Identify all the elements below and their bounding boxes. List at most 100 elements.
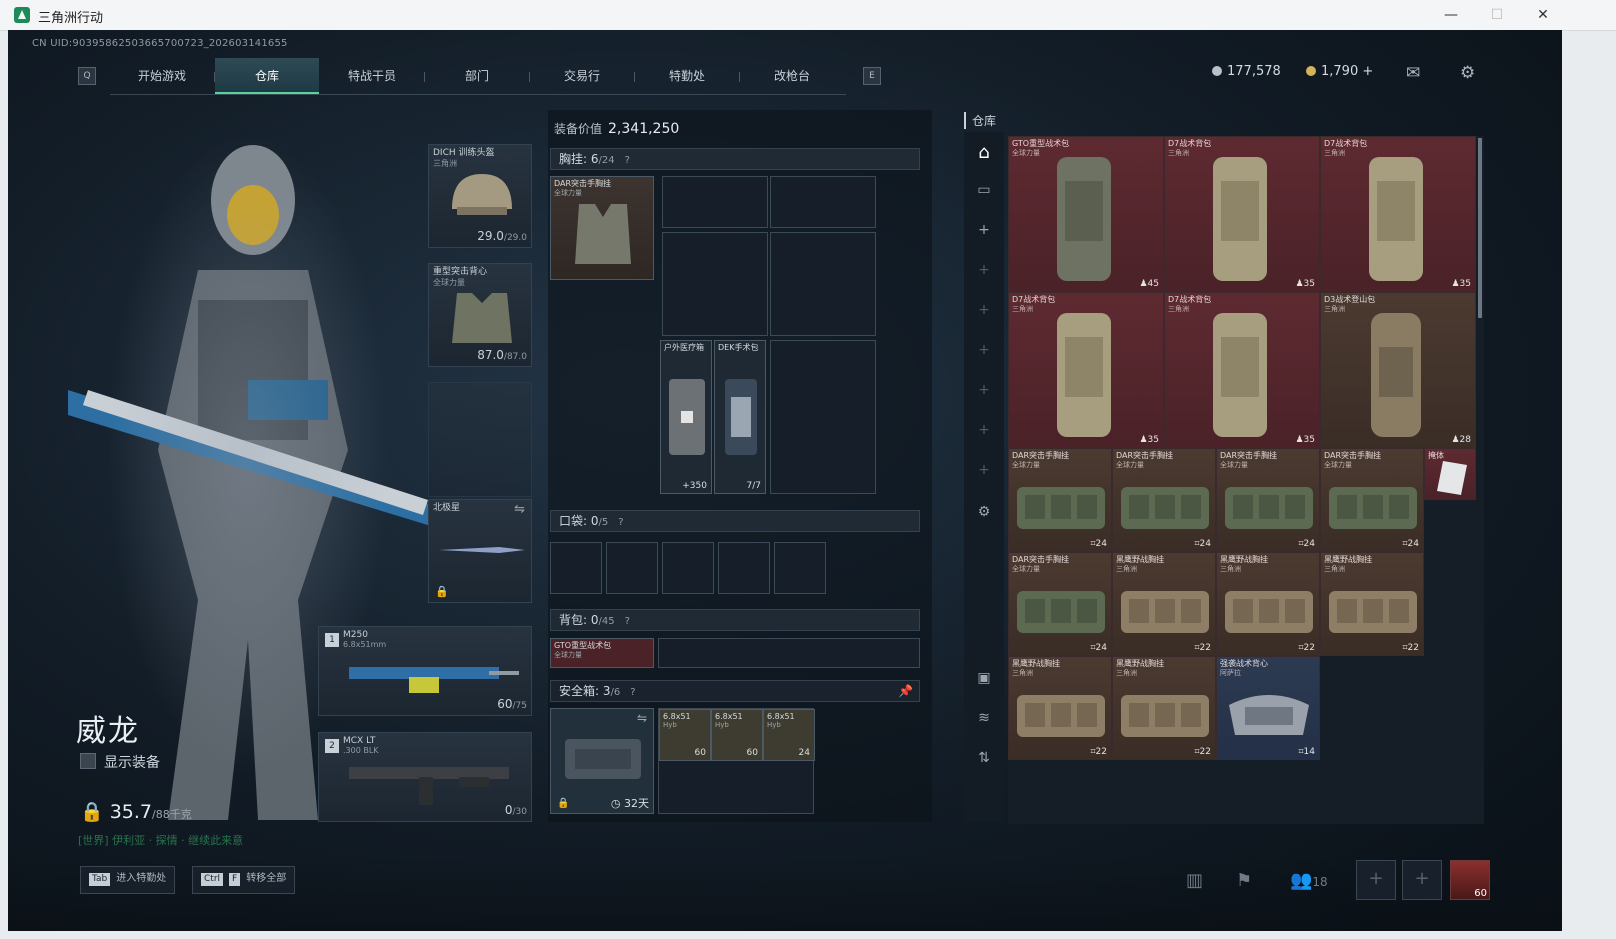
player-avatar[interactable]: 60 — [1450, 860, 1490, 900]
chest-slot[interactable] — [662, 176, 768, 228]
add-tab-icon[interactable]: + — [964, 222, 1004, 238]
storage-item[interactable]: D3战术登山包 三角洲 ♟28 — [1320, 292, 1476, 448]
tab-warehouse[interactable]: 仓库 — [215, 58, 319, 94]
close-button[interactable]: ✕ — [1520, 0, 1566, 30]
backpack-slot[interactable] — [658, 638, 920, 668]
pocket-slot[interactable] — [774, 542, 826, 594]
help-icon[interactable]: ? — [625, 612, 630, 632]
add-tab-icon[interactable]: + — [964, 462, 1004, 478]
ammo-item[interactable]: 6.8x51 Hyb 60 — [659, 709, 711, 761]
transfer-all-hint[interactable]: Ctrl F 转移全部 — [192, 866, 296, 894]
gold-add-button[interactable]: + — [1362, 64, 1373, 79]
pistol-slot[interactable] — [428, 382, 532, 497]
primary-weapon-slot[interactable]: 1 M250 6.8x51mm 60/75 — [318, 626, 532, 716]
safebox-container[interactable]: ⇋ 🔒 ◷ 32天 — [550, 708, 654, 814]
melee-slot[interactable]: 北极星 ⇋ 🔒 — [428, 499, 532, 603]
enter-special-ops-hint[interactable]: Tab 进入特勤处 — [80, 866, 176, 894]
maximize-button[interactable]: ☐ — [1474, 0, 1520, 30]
help-icon[interactable]: ? — [625, 151, 630, 171]
pin-icon[interactable]: 📌 — [898, 681, 913, 701]
secondary-weapon-slot[interactable]: 2 MCX LT .300 BLK 0/30 — [318, 732, 532, 822]
storage-home-icon[interactable]: ⌂ — [964, 142, 1004, 163]
storage-scrollbar[interactable] — [1478, 138, 1482, 318]
add-tab-icon[interactable]: + — [964, 422, 1004, 438]
pocket-slot[interactable] — [718, 542, 770, 594]
pocket-slot[interactable] — [550, 542, 602, 594]
storage-item[interactable]: 黑鹰野战胸挂 三角洲 ⌗22 — [1112, 552, 1216, 656]
storage-item[interactable]: DAR突击手胸挂 全球力量 ⌗24 — [1216, 448, 1320, 552]
chest-slot[interactable] — [770, 340, 876, 494]
storage-item[interactable]: 黑鹰野战胸挂 三角洲 ⌗22 — [1216, 552, 1320, 656]
team-invite-slot[interactable]: + — [1356, 860, 1396, 900]
minimize-button[interactable]: — — [1428, 0, 1474, 30]
storage-item[interactable]: DAR突击手胸挂 全球力量 ⌗24 — [1320, 448, 1424, 552]
armor-durability: 87.0 — [477, 348, 504, 362]
storage-item[interactable]: D7战术背包 三角洲 ♟35 — [1164, 292, 1320, 448]
checkbox[interactable] — [80, 753, 96, 769]
nav-right-key[interactable]: E — [863, 67, 881, 85]
storage-item[interactable]: D7战术背包 三角洲 ♟35 — [1008, 292, 1164, 448]
swap-icon[interactable]: ⇋ — [514, 502, 525, 517]
add-tab-icon[interactable]: + — [964, 302, 1004, 318]
gold-currency[interactable]: 1,790 + — [1306, 64, 1373, 79]
secondary-slot-number: 2 — [325, 739, 339, 753]
storage-item[interactable]: DAR突击手胸挂 全球力量 ⌗24 — [1008, 448, 1112, 552]
storage-item[interactable]: 黑鹰野战胸挂 三角洲 ⌗22 — [1320, 552, 1424, 656]
storage-item[interactable]: 强袭战术背心 阿萨拉 ⌗14 — [1216, 656, 1320, 760]
tab-trading[interactable]: 交易行 — [530, 58, 634, 94]
help-icon[interactable]: ? — [630, 683, 635, 703]
chat-line[interactable]: [世界] 伊利亚 · 探情 · 继续此来意 — [78, 832, 243, 848]
tab-special-ops[interactable]: 特勤处 — [635, 58, 739, 94]
friends-icon[interactable]: 👥18 — [1290, 870, 1328, 891]
chest-rig-item[interactable]: DAR突击手胸挂 全球力量 — [550, 176, 654, 280]
add-tab-icon[interactable]: + — [964, 262, 1004, 278]
swap-icon[interactable]: ⇋ — [637, 711, 647, 725]
item-name: 黑鹰野战胸挂 — [1220, 555, 1268, 564]
backpack-item[interactable]: GTO重型战术包 全球力量 — [550, 638, 654, 668]
storage-item[interactable]: 黑鹰野战胸挂 三角洲 ⌗22 — [1008, 656, 1112, 760]
storage-item[interactable]: D7战术背包 三角洲 ♟35 — [1320, 136, 1476, 292]
show-equipment-toggle[interactable]: 显示装备 — [80, 752, 160, 772]
nav-left-key[interactable]: Q — [78, 67, 96, 85]
tab-gunsmith[interactable]: 改枪台 — [740, 58, 844, 94]
ammo-item[interactable]: 6.8x51 Hyb 60 — [711, 709, 763, 761]
pocket-used: 0 — [590, 514, 599, 528]
tab-operators[interactable]: 特战干员 — [320, 58, 424, 94]
stats-chart-icon[interactable]: ▥ — [1186, 870, 1203, 891]
chest-slot[interactable] — [770, 232, 876, 336]
add-tab-icon[interactable]: + — [964, 342, 1004, 358]
mail-icon[interactable]: ✉ — [1406, 63, 1420, 83]
storage-item[interactable]: DAR突击手胸挂 全球力量 ⌗24 — [1112, 448, 1216, 552]
tab-start-game[interactable]: 开始游戏 — [110, 58, 214, 94]
pocket-slot[interactable] — [662, 542, 714, 594]
chest-rig-header: 胸挂: 6/24? — [550, 148, 920, 170]
chest-slot[interactable] — [770, 176, 876, 228]
tab-department[interactable]: 部门 — [425, 58, 529, 94]
chest-slot[interactable] — [662, 232, 768, 336]
add-tab-icon[interactable]: + — [964, 382, 1004, 398]
sort-gear-icon[interactable]: ⚙ — [964, 504, 1004, 520]
flag-icon[interactable]: ⚑ — [1236, 870, 1252, 891]
storage-item[interactable]: DAR突击手胸挂 全球力量 ⌗24 — [1008, 552, 1112, 656]
ammo-item[interactable]: 6.8x51 Hyb 24 — [763, 709, 815, 761]
storage-tab-icon[interactable]: ▭ — [964, 182, 1004, 198]
item-faction: 三角洲 — [1324, 149, 1345, 157]
storage-item[interactable]: 黑鹰野战胸挂 三角洲 ⌗22 — [1112, 656, 1216, 760]
storage-item[interactable]: GTO重型战术包 全球力量 ♟45 — [1008, 136, 1164, 292]
window-titlebar: 三角洲行动 — ☐ ✕ — [0, 0, 1616, 31]
silver-amount: 177,578 — [1227, 64, 1281, 79]
help-icon[interactable]: ? — [618, 513, 623, 533]
surgery-kit-item[interactable]: DEK手术包 7/7 — [714, 340, 766, 494]
storage-item[interactable]: D7战术背包 三角洲 ♟35 — [1164, 136, 1320, 292]
organize-icon[interactable]: ⇅ — [964, 750, 1004, 766]
helmet-slot[interactable]: DICH 训练头盔 三角洲 29.0/29.0 — [428, 144, 532, 248]
pocket-slot[interactable] — [606, 542, 658, 594]
filter-icon[interactable]: ▣ — [964, 670, 1004, 686]
settings-gear-icon[interactable]: ⚙ — [1460, 63, 1475, 83]
silver-currency[interactable]: 177,578 — [1212, 64, 1281, 79]
storage-item[interactable]: 掩体 — [1424, 448, 1476, 500]
armor-slot[interactable]: 重型突击背心 全球力量 87.0/87.0 — [428, 263, 532, 367]
team-invite-slot[interactable]: + — [1402, 860, 1442, 900]
medkit-item[interactable]: 户外医疗箱 +350 — [660, 340, 712, 494]
layers-icon[interactable]: ≋ — [964, 710, 1004, 726]
